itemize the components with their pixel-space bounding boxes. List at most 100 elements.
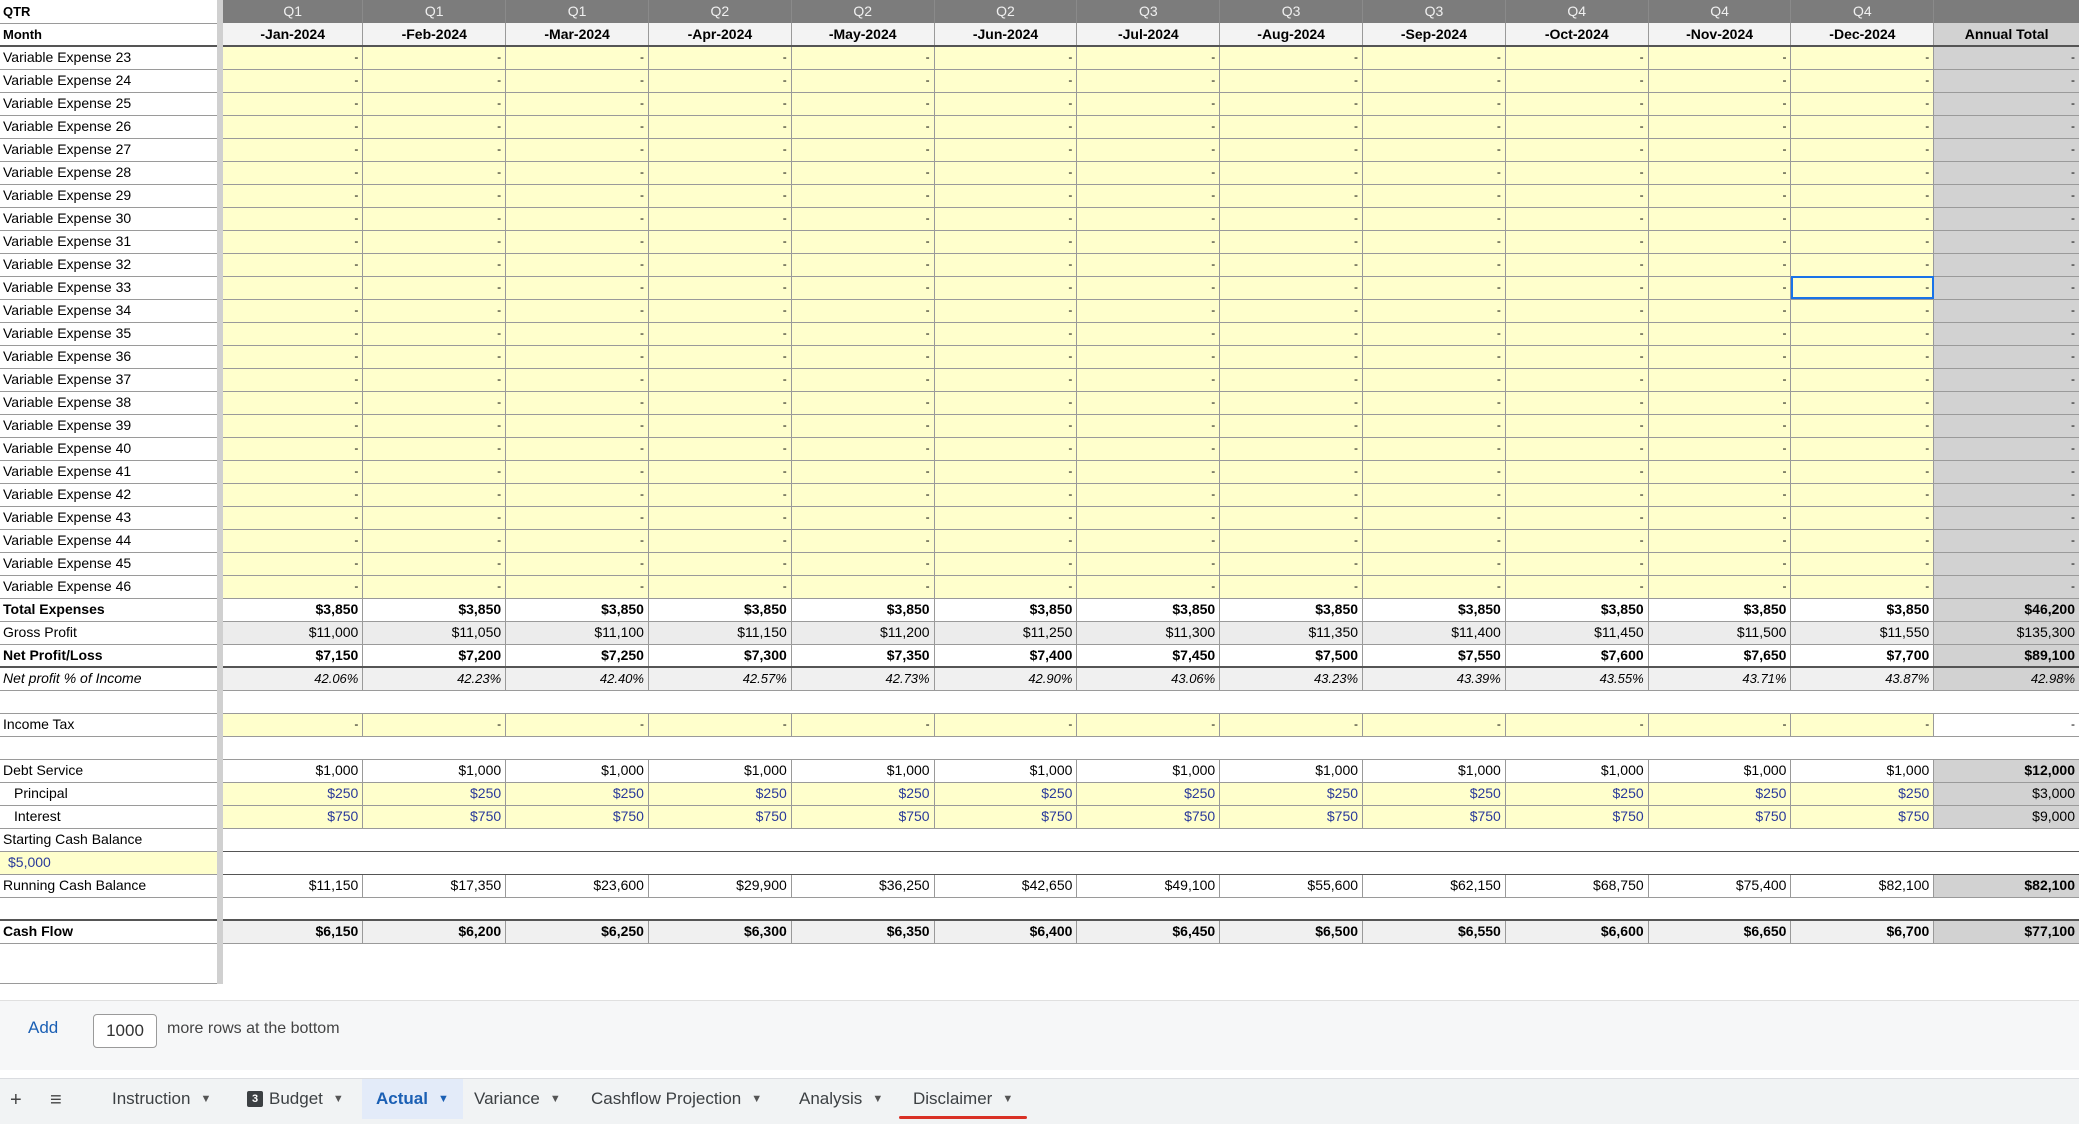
expense-cell[interactable]: -: [648, 483, 792, 507]
expense-cell[interactable]: -: [791, 414, 935, 438]
expense-label[interactable]: Variable Expense 35: [0, 322, 224, 346]
debt-service-cell[interactable]: $1,000: [1505, 759, 1649, 783]
expense-cell[interactable]: -: [791, 161, 935, 185]
expense-cell[interactable]: -: [1790, 414, 1935, 438]
tab-disclaimer[interactable]: Disclaimer ▼: [899, 1079, 1028, 1119]
expense-cell[interactable]: -: [1648, 391, 1792, 415]
expense-label[interactable]: Variable Expense 38: [0, 391, 224, 415]
cash-flow-label[interactable]: Cash Flow: [0, 919, 224, 944]
expense-cell[interactable]: -: [1790, 207, 1935, 231]
interest-cell[interactable]: $750: [1076, 805, 1221, 829]
month-header-cell[interactable]: -Jul-2024: [1076, 23, 1221, 47]
expense-cell[interactable]: -: [1076, 184, 1221, 208]
summary-cell[interactable]: $3,850: [1219, 598, 1364, 622]
expense-cell[interactable]: -: [791, 506, 935, 530]
expense-cell[interactable]: -: [934, 391, 1078, 415]
income-tax-cell[interactable]: -: [648, 713, 792, 737]
expense-cell[interactable]: -: [1076, 299, 1221, 323]
expense-cell[interactable]: -: [1648, 460, 1792, 484]
expense-label[interactable]: Variable Expense 43: [0, 506, 224, 530]
principal-cell[interactable]: $250: [1362, 782, 1506, 806]
expense-cell[interactable]: -: [220, 184, 364, 208]
summary-total-cell[interactable]: $135,300: [1933, 621, 2079, 645]
quarter-header-cell[interactable]: Q4: [1790, 0, 1935, 23]
expense-cell[interactable]: -: [1505, 207, 1649, 231]
blank-cell[interactable]: [934, 828, 1077, 852]
income-tax-cell[interactable]: -: [1219, 713, 1364, 737]
expense-cell[interactable]: -: [505, 115, 649, 139]
expense-cell[interactable]: -: [1790, 552, 1935, 576]
summary-total-cell[interactable]: $46,200: [1933, 598, 2079, 622]
expense-cell[interactable]: -: [1648, 184, 1792, 208]
summary-cell[interactable]: $7,650: [1648, 644, 1792, 668]
tab-variance[interactable]: Variance ▼: [460, 1079, 575, 1119]
expense-total-cell[interactable]: -: [1933, 115, 2079, 139]
expense-cell[interactable]: -: [362, 184, 507, 208]
principal-cell[interactable]: $250: [648, 782, 792, 806]
blank-cell[interactable]: [1505, 897, 1649, 921]
blank-cell[interactable]: [1362, 736, 1506, 760]
expense-cell[interactable]: -: [791, 368, 935, 392]
expense-cell[interactable]: -: [1505, 69, 1649, 93]
summary-cell[interactable]: $7,250: [505, 644, 649, 668]
summary-cell[interactable]: $7,200: [362, 644, 507, 668]
expense-cell[interactable]: -: [648, 506, 792, 530]
cash-flow-cell[interactable]: $6,300: [648, 919, 792, 944]
expense-cell[interactable]: -: [934, 46, 1078, 70]
quarter-header-cell[interactable]: Q1: [362, 0, 507, 23]
expense-cell[interactable]: -: [362, 253, 507, 277]
expense-cell[interactable]: -: [1219, 391, 1364, 415]
net-profit-pct-cell[interactable]: 42.90%: [934, 666, 1078, 691]
net-profit-pct-cell[interactable]: 42.40%: [505, 666, 649, 691]
expense-cell[interactable]: -: [1790, 69, 1935, 93]
principal-cell[interactable]: $250: [1505, 782, 1649, 806]
qtr-label[interactable]: QTR: [0, 0, 224, 24]
add-sheet-icon[interactable]: +: [10, 1089, 22, 1112]
expense-cell[interactable]: -: [1790, 115, 1935, 139]
expense-cell[interactable]: -: [648, 391, 792, 415]
cash-flow-total[interactable]: $77,100: [1933, 919, 2079, 944]
net-profit-pct-cell[interactable]: 43.87%: [1790, 666, 1935, 691]
cash-flow-cell[interactable]: $6,200: [362, 919, 507, 944]
expense-cell[interactable]: -: [220, 437, 364, 461]
blank-cell[interactable]: [1219, 690, 1363, 714]
expense-cell[interactable]: -: [1790, 230, 1935, 254]
caret-down-icon[interactable]: ▼: [751, 1093, 762, 1105]
expense-cell[interactable]: -: [1505, 253, 1649, 277]
expense-cell[interactable]: -: [220, 552, 364, 576]
expense-total-cell[interactable]: -: [1933, 184, 2079, 208]
expense-cell[interactable]: -: [362, 276, 507, 300]
expense-cell[interactable]: -: [505, 184, 649, 208]
expense-cell[interactable]: -: [1505, 529, 1649, 553]
expense-total-cell[interactable]: -: [1933, 322, 2079, 346]
expense-cell[interactable]: -: [220, 368, 364, 392]
expense-label[interactable]: Variable Expense 23: [0, 46, 224, 70]
expense-cell[interactable]: -: [1505, 299, 1649, 323]
expense-cell[interactable]: -: [1362, 437, 1506, 461]
month-label[interactable]: Month: [0, 23, 224, 47]
all-sheets-icon[interactable]: ≡: [50, 1089, 62, 1112]
income-tax-label[interactable]: Income Tax: [0, 713, 224, 737]
expense-label[interactable]: Variable Expense 37: [0, 368, 224, 392]
running-cash-cell[interactable]: $82,100: [1790, 874, 1935, 898]
blank-cell[interactable]: [1219, 897, 1363, 921]
expense-cell[interactable]: -: [1076, 46, 1221, 70]
principal-cell[interactable]: $250: [934, 782, 1078, 806]
expense-cell[interactable]: -: [1219, 460, 1364, 484]
expense-cell[interactable]: -: [1505, 322, 1649, 346]
expense-cell[interactable]: -: [1505, 575, 1649, 599]
net-profit-pct-cell[interactable]: 42.57%: [648, 666, 792, 691]
summary-cell[interactable]: $11,550: [1790, 621, 1935, 645]
expense-cell[interactable]: -: [1076, 276, 1221, 300]
quarter-header-cell[interactable]: Q1: [220, 0, 364, 23]
expense-cell[interactable]: -: [1362, 253, 1506, 277]
caret-down-icon[interactable]: ▼: [550, 1093, 561, 1105]
expense-label[interactable]: Variable Expense 30: [0, 207, 224, 231]
expense-cell[interactable]: -: [1790, 460, 1935, 484]
expense-cell[interactable]: -: [1219, 115, 1364, 139]
expense-label[interactable]: Variable Expense 42: [0, 483, 224, 507]
cash-flow-cell[interactable]: $6,500: [1219, 919, 1364, 944]
expense-cell[interactable]: -: [1076, 460, 1221, 484]
expense-cell[interactable]: -: [1648, 575, 1792, 599]
expense-cell[interactable]: -: [505, 322, 649, 346]
